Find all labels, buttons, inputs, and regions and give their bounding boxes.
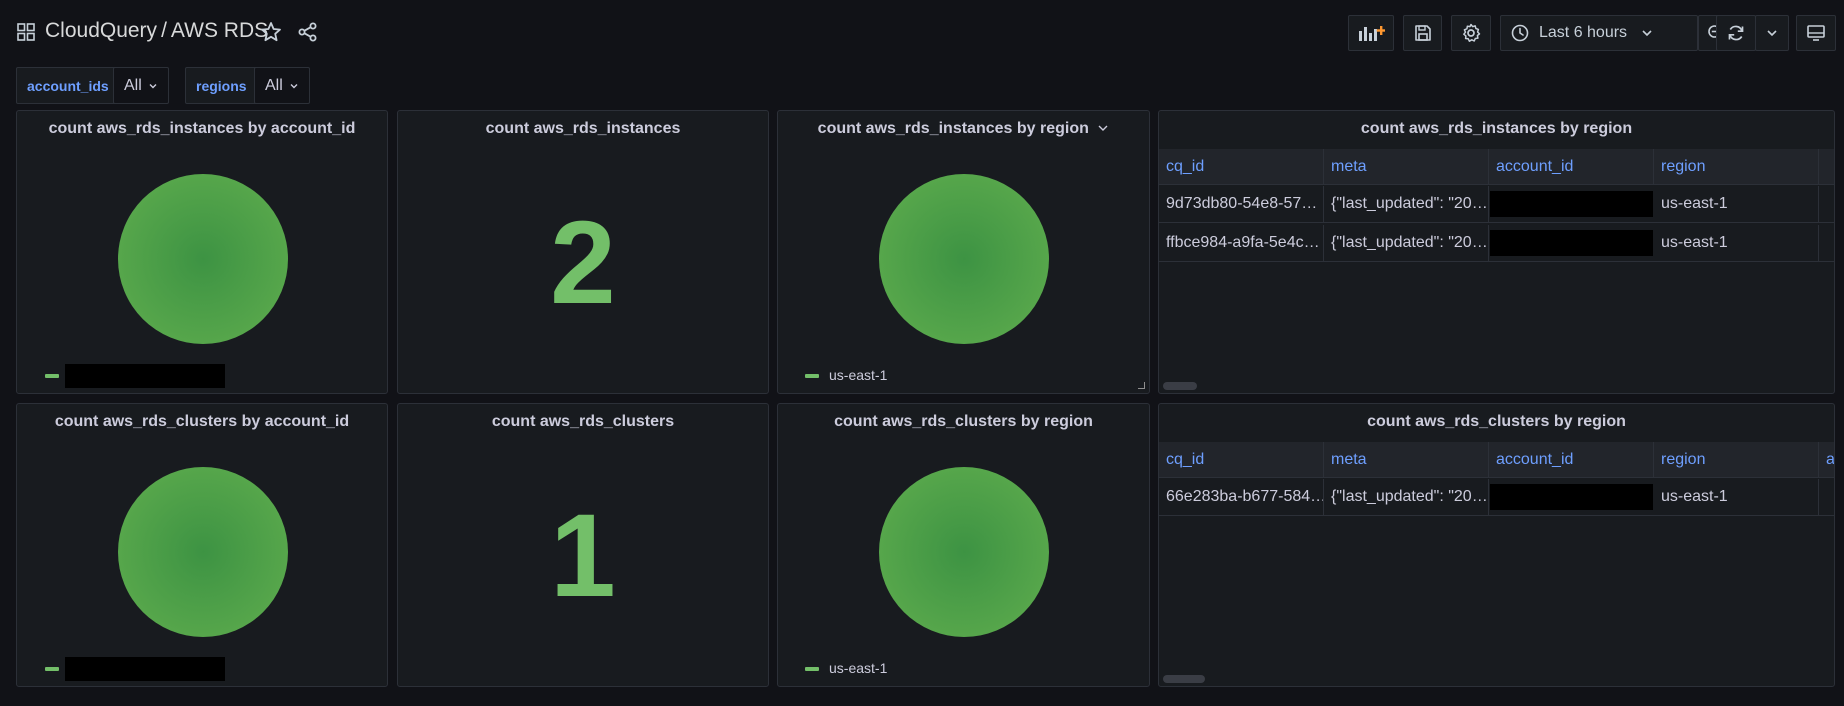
panel-title[interactable]: count aws_rds_instances by region [778, 120, 1149, 138]
variable-value: All [124, 76, 142, 94]
legend-swatch [805, 667, 819, 671]
table-header: cq_id meta account_id region [1159, 149, 1834, 185]
table-cell: {"last_updated": "20… [1324, 186, 1489, 222]
dashboard-settings-button[interactable] [1451, 15, 1491, 51]
variable-label-account-ids: account_ids [16, 67, 120, 104]
dashboard-navbar: CloudQuery / AWS RDS Last 6 hours [0, 0, 1844, 64]
panel-instances-count[interactable]: count aws_rds_instances 2 [397, 110, 769, 394]
share-icon[interactable] [296, 20, 320, 44]
variable-select-account-ids[interactable]: All [113, 67, 169, 104]
table-header: cq_id meta account_id region a [1159, 442, 1834, 478]
redacted-legend-label [65, 364, 225, 388]
panel-title[interactable]: count aws_rds_instances by region [1159, 120, 1834, 138]
star-icon[interactable] [259, 20, 283, 44]
table-row: ffbce984-a9fa-5e4c… {"last_updated": "20… [1159, 224, 1834, 262]
panel-title[interactable]: count aws_rds_clusters by account_id [17, 413, 387, 431]
stat-value: 2 [550, 197, 616, 329]
column-header[interactable]: region [1654, 149, 1819, 185]
panel-title[interactable]: count aws_rds_instances by account_id [17, 120, 387, 138]
column-header[interactable]: account_id [1489, 149, 1654, 185]
panel-clusters-by-account[interactable]: count aws_rds_clusters by account_id [16, 403, 388, 687]
redacted-legend-label [65, 657, 225, 681]
panel-title[interactable]: count aws_rds_clusters by region [778, 413, 1149, 431]
column-header[interactable]: meta [1324, 442, 1489, 478]
chevron-down-icon [1767, 30, 1777, 37]
breadcrumb-folder[interactable]: CloudQuery [45, 19, 157, 42]
clock-icon [1511, 24, 1529, 42]
redacted-cell [1490, 230, 1653, 256]
panel-clusters-count[interactable]: count aws_rds_clusters 1 [397, 403, 769, 687]
variable-select-regions[interactable]: All [254, 67, 310, 104]
chevron-down-icon [290, 83, 298, 88]
column-header[interactable]: a [1819, 442, 1834, 478]
time-picker-button[interactable]: Last 6 hours [1500, 15, 1698, 51]
panel-instances-by-account[interactable]: count aws_rds_instances by account_id [16, 110, 388, 394]
panel-title[interactable]: count aws_rds_instances [398, 120, 768, 138]
redacted-cell [1490, 484, 1653, 510]
pie-slice[interactable] [118, 467, 288, 637]
pie-slice[interactable] [118, 174, 288, 344]
breadcrumb-dashboard[interactable]: AWS RDS [171, 19, 268, 42]
panel-title[interactable]: count aws_rds_clusters [398, 413, 768, 431]
refresh-interval-dropdown[interactable] [1755, 15, 1789, 51]
time-range-label: Last 6 hours [1539, 24, 1628, 41]
legend-label[interactable]: us-east-1 [829, 660, 887, 676]
legend-label[interactable]: us-east-1 [829, 367, 887, 383]
chevron-down-icon[interactable] [1097, 123, 1109, 133]
variable-value: All [265, 76, 283, 94]
pie-slice[interactable] [879, 174, 1049, 344]
legend-swatch [45, 667, 59, 671]
table-cell: 9d73db80-54e8-57… [1159, 186, 1324, 222]
redacted-cell [1490, 191, 1653, 217]
add-panel-button[interactable] [1348, 15, 1394, 51]
table-row: 9d73db80-54e8-57… {"last_updated": "20… … [1159, 185, 1834, 223]
panel-instances-by-region[interactable]: count aws_rds_instances by region us-eas… [777, 110, 1150, 394]
add-panel-icon [1359, 26, 1385, 41]
panel-title[interactable]: count aws_rds_clusters by region [1159, 413, 1834, 431]
table-cell: {"last_updated": "20… [1324, 225, 1489, 261]
panel-title-text: count aws_rds_instances by region [817, 120, 1089, 137]
resize-handle[interactable] [1138, 382, 1145, 389]
table-cell: us-east-1 [1654, 186, 1819, 222]
panel-clusters-by-region[interactable]: count aws_rds_clusters by region us-east… [777, 403, 1150, 687]
column-header[interactable]: cq_id [1159, 149, 1324, 185]
table-cell: us-east-1 [1654, 225, 1819, 261]
legend-swatch [45, 374, 59, 378]
column-header[interactable]: meta [1324, 149, 1489, 185]
horizontal-scrollbar[interactable] [1163, 382, 1197, 390]
chevron-down-icon [1642, 30, 1652, 37]
table-cell: 66e283ba-b677-584… [1159, 479, 1324, 515]
pie-slice[interactable] [879, 467, 1049, 637]
save-dashboard-button[interactable] [1403, 15, 1442, 51]
breadcrumb: CloudQuery / AWS RDS [45, 19, 268, 43]
table-cell: us-east-1 [1654, 479, 1819, 515]
variable-label-regions: regions [185, 67, 258, 104]
refresh-icon [1728, 25, 1744, 41]
column-header[interactable]: region [1654, 442, 1819, 478]
save-icon [1414, 25, 1431, 41]
table-cell: ffbce984-a9fa-5e4c… [1159, 225, 1324, 261]
apps-grid-icon[interactable] [17, 23, 35, 41]
column-header[interactable]: cq_id [1159, 442, 1324, 478]
table-row: 66e283ba-b677-584… {"last_updated": "20…… [1159, 478, 1834, 516]
table-cell: {"last_updated": "20… [1324, 479, 1489, 515]
refresh-button[interactable] [1716, 15, 1756, 51]
stat-value: 1 [550, 490, 616, 622]
panel-instances-table[interactable]: count aws_rds_instances by region cq_id … [1158, 110, 1835, 394]
horizontal-scrollbar[interactable] [1163, 675, 1205, 683]
monitor-icon [1807, 25, 1825, 41]
view-mode-button[interactable] [1796, 15, 1836, 51]
column-header[interactable]: account_id [1489, 442, 1654, 478]
chevron-down-icon [149, 83, 157, 88]
panel-clusters-table[interactable]: count aws_rds_clusters by region cq_id m… [1158, 403, 1835, 687]
gear-icon [1463, 23, 1481, 42]
legend-swatch [805, 374, 819, 378]
breadcrumb-separator: / [161, 19, 167, 42]
